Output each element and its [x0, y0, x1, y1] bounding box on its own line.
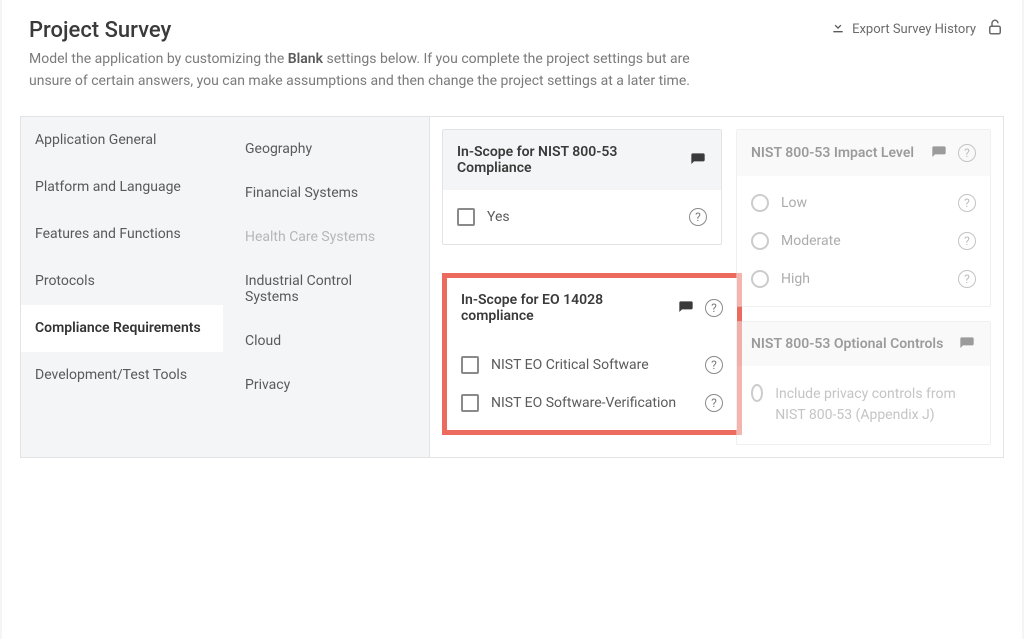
help-icon[interactable]: ?: [705, 394, 723, 412]
highlight-eo14028: In-Scope for EO 14028 compliance ?: [442, 273, 742, 435]
option-row: Low ?: [737, 184, 990, 222]
option-row: Moderate ?: [737, 222, 990, 260]
option-label: Include privacy controls from NIST 800-5…: [775, 384, 976, 426]
option-row: NIST EO Critical Software ?: [447, 346, 737, 384]
help-icon[interactable]: ?: [958, 232, 976, 250]
option-label: NIST EO Critical Software: [491, 357, 649, 373]
tier2-item-health-care-systems[interactable]: Health Care Systems: [229, 215, 423, 259]
option-row: NIST EO Software-Verification ?: [447, 384, 737, 422]
tier2-item-geography[interactable]: Geography: [229, 127, 423, 171]
page-title: Project Survey: [29, 18, 729, 43]
option-row: Yes ?: [443, 198, 721, 236]
checkbox-eo-critical[interactable]: [461, 356, 479, 374]
comment-icon[interactable]: [958, 336, 976, 352]
card-title-impact-level: NIST 800-53 Impact Level: [751, 145, 920, 161]
export-label: Export Survey History: [852, 22, 976, 37]
radio-low[interactable]: [751, 194, 769, 212]
content-panel: In-Scope for NIST 800-53 Compliance: [430, 116, 1004, 458]
card-inscope-nist: In-Scope for NIST 800-53 Compliance: [442, 129, 722, 245]
help-icon[interactable]: ?: [958, 144, 976, 162]
sidebar-item-compliance-requirements[interactable]: Compliance Requirements: [21, 305, 223, 352]
tier2-item-industrial-control-systems[interactable]: Industrial Control Systems: [229, 259, 423, 319]
option-row: High ?: [737, 260, 990, 298]
option-label: Moderate: [781, 233, 841, 249]
option-label: Low: [781, 195, 807, 211]
card-optional-controls: NIST 800-53 Optional Controls: [736, 321, 991, 445]
help-icon[interactable]: ?: [689, 208, 707, 226]
help-icon[interactable]: ?: [705, 299, 723, 317]
card-eo14028: In-Scope for EO 14028 compliance ?: [447, 278, 737, 430]
sidebar-item-dev-test-tools[interactable]: Development/Test Tools: [21, 352, 223, 399]
sidebar-item-features-functions[interactable]: Features and Functions: [21, 211, 223, 258]
lock-icon[interactable]: [986, 18, 1004, 40]
checkbox-eo-verification[interactable]: [461, 394, 479, 412]
desc-pre: Model the application by customizing the: [29, 51, 288, 67]
comment-icon[interactable]: [689, 152, 707, 168]
card-title-eo14028: In-Scope for EO 14028 compliance: [461, 292, 667, 324]
option-label: Yes: [487, 209, 510, 225]
page-description: Model the application by customizing the…: [29, 49, 729, 92]
help-icon[interactable]: ?: [958, 270, 976, 288]
sidebar-tier2: Geography Financial Systems Health Care …: [223, 116, 430, 458]
tier2-item-cloud[interactable]: Cloud: [229, 319, 423, 363]
card-title-inscope-nist: In-Scope for NIST 800-53 Compliance: [457, 144, 679, 176]
option-label: High: [781, 271, 810, 287]
card-title-optional-controls: NIST 800-53 Optional Controls: [751, 336, 948, 352]
sidebar-item-platform-language[interactable]: Platform and Language: [21, 164, 223, 211]
card-impact-level: NIST 800-53 Impact Level ?: [736, 129, 991, 307]
comment-icon[interactable]: [677, 300, 695, 316]
radio-high[interactable]: [751, 270, 769, 288]
desc-strong: Blank: [288, 51, 323, 67]
download-icon: [830, 19, 846, 39]
checkbox-yes[interactable]: [457, 208, 475, 226]
option-label: NIST EO Software-Verification: [491, 395, 676, 411]
help-icon[interactable]: ?: [705, 356, 723, 374]
export-survey-history-button[interactable]: Export Survey History: [830, 19, 976, 39]
comment-icon[interactable]: [930, 145, 948, 161]
sidebar-item-application-general[interactable]: Application General: [21, 117, 223, 164]
sidebar-tier1: Application General Platform and Languag…: [20, 116, 223, 458]
sidebar-item-protocols[interactable]: Protocols: [21, 258, 223, 305]
help-icon[interactable]: ?: [958, 194, 976, 212]
tier2-item-privacy[interactable]: Privacy: [229, 363, 423, 407]
option-row: Include privacy controls from NIST 800-5…: [737, 374, 990, 436]
radio-include-privacy[interactable]: [751, 384, 763, 402]
radio-moderate[interactable]: [751, 232, 769, 250]
tier2-item-financial-systems[interactable]: Financial Systems: [229, 171, 423, 215]
